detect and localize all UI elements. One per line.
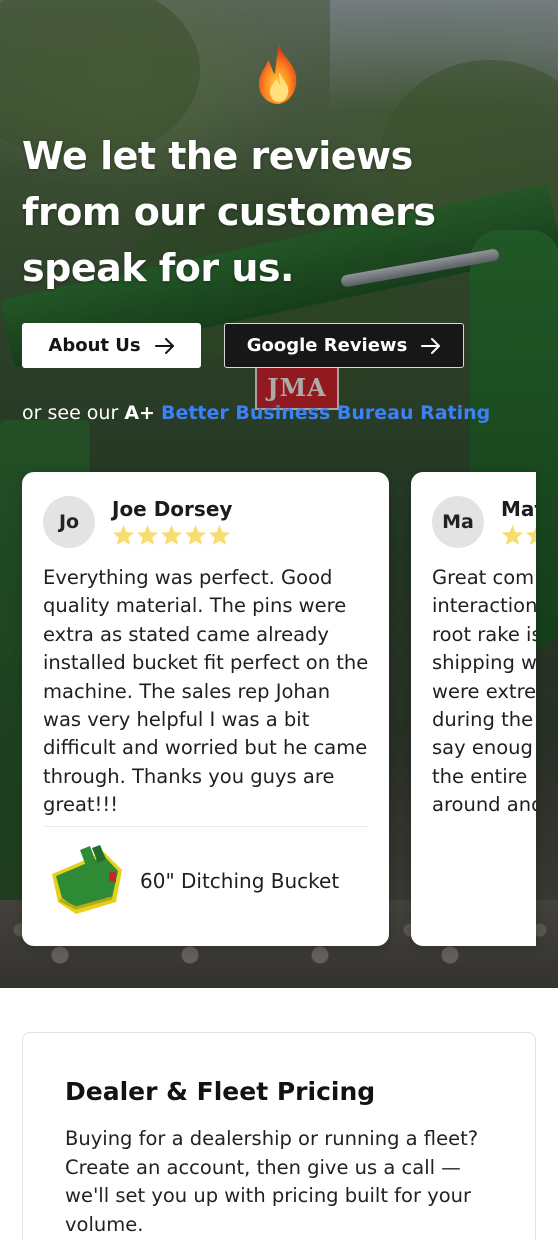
divider [43, 826, 368, 827]
google-reviews-label: Google Reviews [246, 335, 408, 356]
reviewer-name: Mat [501, 497, 536, 521]
reviewer-name: Joe Dorsey [112, 497, 233, 521]
review-line: interaction [432, 594, 536, 618]
star-icon [501, 524, 524, 546]
review-line: during the [432, 708, 534, 732]
bbb-rating-link[interactable]: Better Business Bureau Rating [161, 402, 490, 424]
review-card: Ma Mat Great com interaction root rake i… [411, 472, 536, 946]
review-text: Everything was perfect. Good quality mat… [43, 566, 369, 817]
about-us-label: About Us [48, 335, 141, 356]
avatar: Ma [432, 496, 484, 548]
bbb-grade: A+ [124, 402, 155, 424]
star-icon [525, 526, 536, 546]
star-icon [160, 524, 183, 546]
product-name: 60" Ditching Bucket [140, 869, 340, 893]
hero-title: We let the reviews from our customers sp… [22, 134, 436, 290]
review-line: around and [432, 793, 536, 817]
arrow-right-icon [421, 337, 441, 354]
review-line: Great com [432, 566, 535, 589]
review-card: Jo Joe Dorsey Everything was perfect. Go… [22, 472, 389, 946]
dealer-fleet-pricing-card: Dealer & Fleet Pricing Buying for a deal… [22, 1032, 536, 1240]
ditching-bucket-image [52, 845, 122, 914]
review-line: were extre [432, 679, 536, 703]
review-text: Great com interaction root rake is shipp… [432, 564, 536, 820]
arrow-right-icon [154, 337, 174, 354]
hero-section: JMA We let the reviews from our customer… [0, 0, 558, 988]
review-line: shipping w [432, 651, 536, 675]
star-icon [136, 524, 159, 546]
star-icon [208, 524, 231, 546]
bbb-rating-line: or see our A+ Better Business Bureau Rat… [22, 402, 490, 424]
about-us-button[interactable]: About Us [22, 323, 201, 368]
pricing-body: Buying for a dealership or running a fle… [65, 1127, 479, 1236]
google-reviews-button[interactable]: Google Reviews [224, 323, 464, 368]
review-line: root rake is [432, 622, 536, 646]
fire-icon [258, 44, 297, 104]
review-line: the entire [432, 764, 528, 788]
star-icon [184, 524, 207, 546]
bbb-prefix: or see our [22, 402, 125, 424]
star-icon [112, 524, 135, 546]
pricing-title: Dealer & Fleet Pricing [65, 1077, 376, 1106]
star-rating [112, 524, 231, 546]
star-rating [501, 524, 536, 546]
avatar: Jo [43, 496, 95, 548]
review-line: say enoug [432, 736, 533, 760]
